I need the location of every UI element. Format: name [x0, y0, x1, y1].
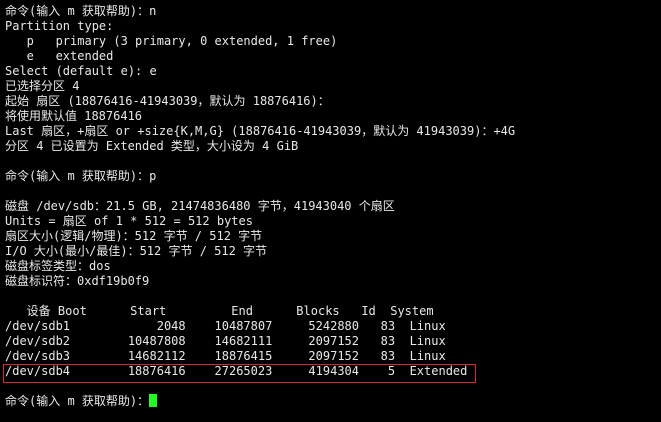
output-line: 将使用默认值 18876416: [5, 109, 143, 123]
command-prompt-input[interactable]: 命令(输入 m 获取帮助)：: [5, 394, 661, 409]
prompt-line: 命令(输入 m 获取帮助)：n: [5, 4, 157, 18]
disk-info-line: 磁盘标签类型：dos: [5, 259, 111, 273]
output-line: 起始 扇区 (18876416-41943039，默认为 18876416)：: [5, 94, 330, 108]
disk-info-line: I/O 大小(最小/最佳)：512 字节 / 512 字节: [5, 244, 268, 258]
partition-row: /dev/sdb2 10487808 14682111 2097152 83 L…: [5, 334, 446, 348]
disk-info-line: 磁盘标识符：0xdf19b0f9: [5, 274, 150, 288]
partition-table-header: 设备 Boot Start End Blocks Id System: [5, 304, 434, 318]
disk-info-line: 磁盘 /dev/sdb：21.5 GB, 21474836480 字节，4194…: [5, 199, 395, 213]
terminal-output: 命令(输入 m 获取帮助)：n Partition type: p primar…: [5, 4, 661, 422]
partition-row: /dev/sdb1 2048 10487807 5242880 83 Linux: [5, 319, 446, 333]
output-line: p primary (3 primary, 0 extended, 1 free…: [5, 34, 338, 48]
output-line: Last 扇区，+扇区 or +size{K,M,G} (18876416-41…: [5, 124, 516, 138]
text-cursor: [149, 394, 158, 407]
output-line: 已选择分区 4: [5, 79, 80, 93]
output-line: e extended: [5, 49, 114, 63]
output-line: Select (default e): e: [5, 64, 157, 78]
prompt-text: 命令(输入 m 获取帮助)：: [5, 394, 150, 408]
disk-info-line: Units = 扇区 of 1 * 512 = 512 bytes: [5, 214, 253, 228]
partition-row: /dev/sdb3 14682112 18876415 2097152 83 L…: [5, 349, 446, 363]
output-line: Partition type:: [5, 19, 114, 33]
prompt-line: 命令(输入 m 获取帮助)：p: [5, 169, 157, 183]
output-line: 分区 4 已设置为 Extended 类型，大小设为 4 GiB: [5, 139, 299, 153]
disk-info-line: 扇区大小(逻辑/物理)：512 字节 / 512 字节: [5, 229, 263, 243]
highlight-box: [3, 364, 476, 383]
